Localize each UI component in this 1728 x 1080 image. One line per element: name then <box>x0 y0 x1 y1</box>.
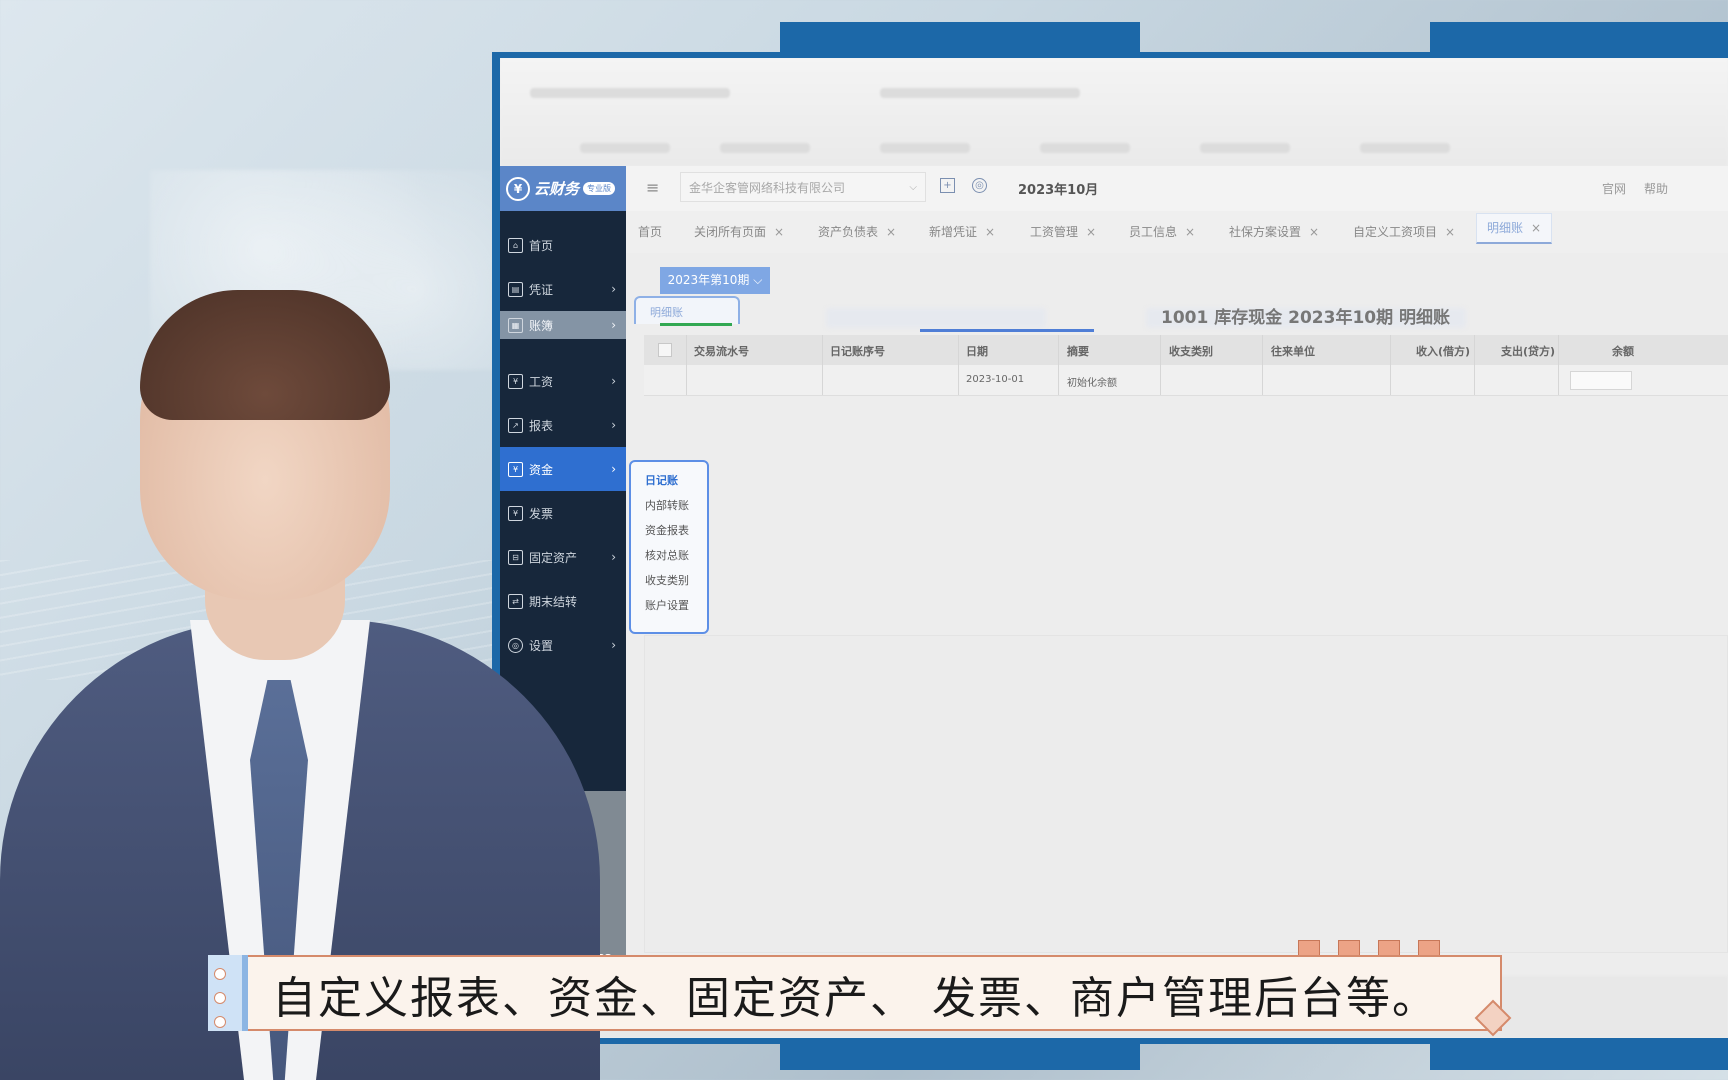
tab-salary-management[interactable]: 工资管理 × <box>1030 223 1096 240</box>
logo-text: 云财务 <box>534 180 580 198</box>
column-header[interactable]: 日记账序号 <box>830 343 885 359</box>
top-bar: ≡ 金华企客管网络科技有限公司 ⌵ + ◎ 2023年10月 官网 帮助 <box>626 166 1728 212</box>
presenter-hair <box>140 290 390 420</box>
blurred-browser-header <box>500 58 1728 166</box>
main-content: 2023年第10期 ⌵ 明细账 1001 库存现金 2023年10期 明细账 交… <box>626 253 1728 953</box>
blurred-toolbar <box>826 308 1046 328</box>
close-icon[interactable]: × <box>1185 225 1195 239</box>
tab-social-security[interactable]: 社保方案设置 × <box>1229 223 1319 240</box>
voucher-icon: ▤ <box>508 281 523 297</box>
submenu-item-journal[interactable]: 日记账 <box>645 472 678 488</box>
table-header: 交易流水号 日记账序号 日期 摘要 收支类别 往来单位 收入(借方) 支出(贷方… <box>644 335 1728 366</box>
column-header[interactable]: 收支类别 <box>1169 343 1213 359</box>
submenu-item-account-settings[interactable]: 账户设置 <box>645 597 689 613</box>
tab-indicator <box>660 323 732 326</box>
tab-new-voucher[interactable]: 新增凭证 × <box>929 223 995 240</box>
tab-home[interactable]: 首页 <box>638 223 662 240</box>
submenu-item-reconcile-ledger[interactable]: 核对总账 <box>645 547 689 563</box>
company-name: 金华企客管网络科技有限公司 <box>689 181 846 195</box>
column-header[interactable]: 日期 <box>966 343 988 359</box>
chevron-down-icon: ⌵ <box>909 182 917 193</box>
current-period[interactable]: 2023年10月 <box>1018 179 1098 198</box>
fund-submenu: 日记账 内部转账 资金报表 核对总账 收支类别 账户设置 <box>629 460 709 634</box>
select-all-checkbox[interactable] <box>658 343 672 357</box>
close-icon[interactable]: × <box>1309 225 1319 239</box>
sub-tab-detail-ledger[interactable]: 明细账 <box>634 296 740 326</box>
edition-badge: 专业版 <box>583 182 616 195</box>
submenu-item-income-category[interactable]: 收支类别 <box>645 572 689 588</box>
period-dropdown[interactable]: 2023年第10期 ⌵ <box>660 267 770 294</box>
binding-ring <box>214 992 226 1004</box>
close-icon[interactable]: × <box>1086 225 1096 239</box>
column-header[interactable]: 往来单位 <box>1271 343 1315 359</box>
frame-bottom-tab <box>1430 1040 1728 1070</box>
subtitle-text: 自定义报表、资金、固定资产、 发票、商户管理后台等。 <box>272 973 1438 1024</box>
column-header[interactable]: 摘要 <box>1067 343 1089 359</box>
close-icon[interactable]: × <box>1531 221 1541 235</box>
ledger-title: 1001 库存现金 2023年10期 明细账 <box>1161 308 1451 328</box>
menu-toggle-icon[interactable]: ≡ <box>646 178 659 197</box>
cell-date: 2023-10-01 <box>966 374 1025 385</box>
add-icon[interactable]: + <box>940 178 955 193</box>
frame-bottom-tab <box>780 1040 1140 1070</box>
sidebar-item-label: 凭证 <box>529 282 554 297</box>
frame-top-tab <box>780 22 1140 56</box>
progress-indicator <box>920 329 1094 332</box>
target-icon[interactable]: ◎ <box>972 178 987 193</box>
tab-custom-salary-items[interactable]: 自定义工资项目 × <box>1353 223 1455 240</box>
column-header[interactable]: 收入(借方) <box>1416 343 1470 359</box>
app-logo[interactable]: ¥ 云财务 专业版 <box>500 166 626 211</box>
binding-ring <box>214 968 226 980</box>
official-site-link[interactable]: 官网 <box>1602 180 1626 197</box>
close-icon[interactable]: × <box>886 225 896 239</box>
column-header[interactable]: 余额 <box>1612 343 1634 359</box>
tab-detail-ledger[interactable]: 明细账 × <box>1476 213 1553 244</box>
tab-balance-sheet[interactable]: 资产负债表 × <box>818 223 896 240</box>
table-row[interactable]: 2023-10-01 初始化余额 <box>644 365 1728 396</box>
ledger-table: 交易流水号 日记账序号 日期 摘要 收支类别 往来单位 收入(借方) 支出(贷方… <box>644 335 1728 635</box>
close-icon[interactable]: × <box>985 225 995 239</box>
chevron-right-icon: › <box>611 282 616 296</box>
sub-tab-label: 明细账 <box>650 306 683 319</box>
sidebar-item-label: 首页 <box>529 238 554 253</box>
column-header[interactable]: 支出(贷方) <box>1501 343 1555 359</box>
close-icon[interactable]: × <box>1445 225 1455 239</box>
logo-icon: ¥ <box>506 176 530 201</box>
page-tabs: 首页 关闭所有页面 × 资产负债表 × 新增凭证 × 工资管理 × 员工信息 × 社保方案… <box>626 211 1728 253</box>
sidebar-item-home[interactable]: ⌂ 首页 <box>500 223 626 267</box>
close-icon[interactable]: × <box>774 225 784 239</box>
submenu-item-fund-report[interactable]: 资金报表 <box>645 522 689 538</box>
frame-top-tab <box>1430 22 1728 56</box>
submenu-item-internal-transfer[interactable]: 内部转账 <box>645 497 689 513</box>
column-header[interactable]: 交易流水号 <box>694 343 749 359</box>
balance-input[interactable] <box>1570 371 1632 390</box>
table-body-empty <box>644 635 1728 953</box>
home-icon: ⌂ <box>508 237 523 253</box>
tab-employee-info[interactable]: 员工信息 × <box>1129 223 1195 240</box>
help-menu[interactable]: 帮助 <box>1644 180 1668 197</box>
company-selector[interactable]: 金华企客管网络科技有限公司 ⌵ <box>680 172 926 202</box>
tab-close-all[interactable]: 关闭所有页面 × <box>694 223 784 240</box>
cell-summary: 初始化余额 <box>1067 378 1117 389</box>
binding-ring <box>214 1016 226 1028</box>
